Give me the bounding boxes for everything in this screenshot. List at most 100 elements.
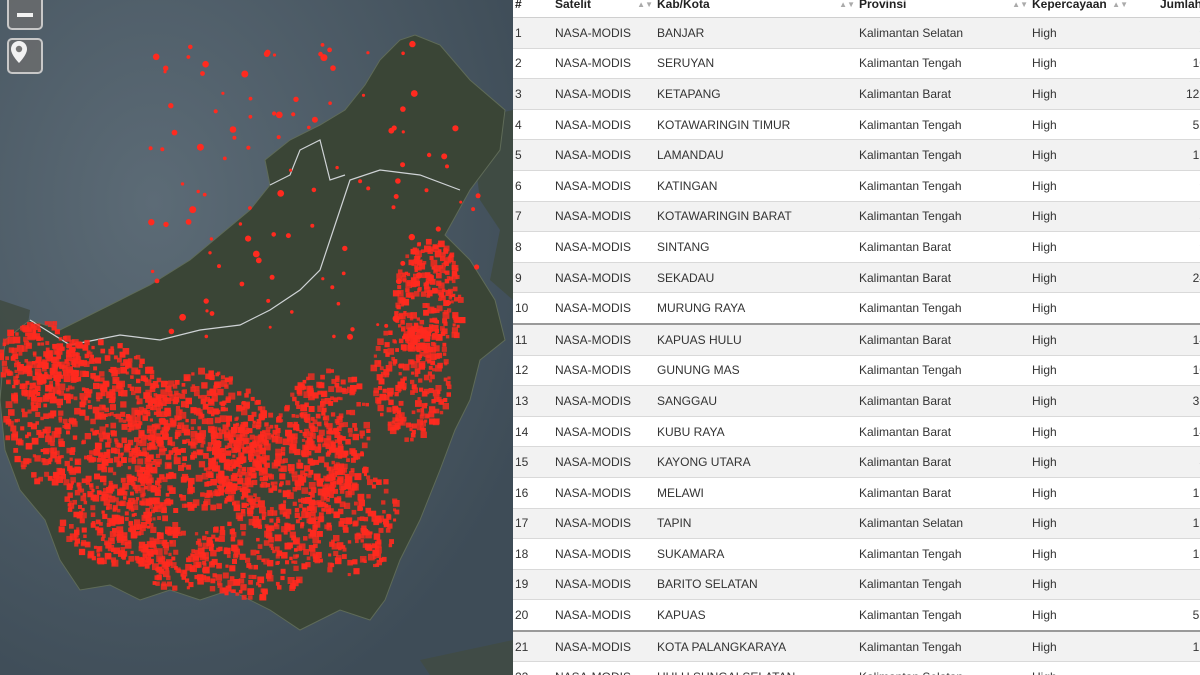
hotspot-point: [196, 564, 200, 569]
hotspot-point: [305, 562, 311, 568]
col-header-kepercayaan[interactable]: Kepercayaan ▲▼: [1032, 0, 1132, 18]
col-header-no[interactable]: #: [513, 0, 555, 18]
hotspot-point: [369, 531, 373, 535]
hotspot-point: [293, 565, 299, 571]
hotspot-point: [443, 359, 449, 365]
table-row[interactable]: 22NASA-MODISHULU SUNGAI SELATANKalimanta…: [513, 661, 1200, 675]
locate-button[interactable]: [7, 38, 43, 74]
table-row[interactable]: 15 NASA-MODIS KAYONG UTARA Kalimantan Barat…: [513, 446, 1200, 478]
hotspot-point: [143, 545, 149, 551]
hotspot-point: [84, 541, 91, 548]
hotspot-point: [166, 463, 172, 468]
cell-kabkota: MELAWI: [657, 477, 859, 509]
table-row[interactable]: 17 NASA-MODIS TAPIN Kalimantan Selatan High 1…: [513, 508, 1200, 540]
table-row[interactable]: 4 NASA-MODIS KOTAWARINGIN TIMUR Kalimantan …: [513, 109, 1200, 141]
hotspot-point: [241, 70, 249, 78]
hotspot-point: [40, 342, 45, 346]
table-row[interactable]: 7 NASA-MODIS KOTAWARINGIN BARAT Kalimantan …: [513, 201, 1200, 233]
hotspot-point: [206, 390, 213, 396]
hotspot-point: [168, 450, 174, 455]
hotspot-point: [172, 532, 178, 539]
hotspot-point: [32, 351, 37, 356]
col-header-kabkota[interactable]: Kab/Kota ▲▼: [657, 0, 859, 18]
cell-kepercayaan: High: [1032, 416, 1132, 448]
cell-kabkota: KOTAWARINGIN TIMUR: [657, 109, 859, 141]
hotspot-point: [208, 251, 212, 255]
hotspot-point: [149, 374, 155, 380]
hotspot-point: [197, 538, 202, 543]
table-row[interactable]: 6 NASA-MODIS KATINGAN Kalimantan Tengah High…: [513, 170, 1200, 202]
hotspot-point: [200, 492, 205, 497]
hotspot-point: [143, 377, 148, 382]
hotspot-point: [162, 570, 170, 578]
hotspot-point: [25, 380, 30, 385]
hotspot-point: [404, 271, 409, 275]
hotspot-point: [406, 292, 411, 297]
zoom-out-button[interactable]: [7, 0, 43, 30]
cell-jumlah: 14: [1132, 416, 1200, 448]
hotspot-point: [158, 448, 166, 456]
hotspot-point: [279, 473, 286, 480]
hotspot-point: [287, 422, 293, 428]
col-header-provinsi[interactable]: Provinsi ▲▼: [859, 0, 1032, 18]
hotspot-point: [386, 514, 392, 520]
hotspot-map[interactable]: [0, 0, 513, 675]
table-row[interactable]: 21 NASA-MODIS KOTA PALANGKARAYA Kalimantan …: [513, 630, 1200, 663]
hotspot-point: [96, 553, 101, 557]
hotspot-point: [447, 376, 451, 380]
hotspot-point: [264, 49, 271, 56]
hotspot-point: [256, 555, 262, 560]
table-row[interactable]: 1NASA-MODISBANJARKalimantan SelatanHigh9: [513, 17, 1200, 49]
map-canvas[interactable]: [0, 0, 513, 675]
table-row[interactable]: 19 NASA-MODIS BARITO SELATAN Kalimantan Ten…: [513, 569, 1200, 601]
cell-jumlah: 13: [1132, 538, 1200, 570]
table-row[interactable]: 18 NASA-MODIS SUKAMARA Kalimantan Tengah Hig…: [513, 538, 1200, 570]
table-row[interactable]: 3 NASA-MODIS KETAPANG Kalimantan Barat High 1…: [513, 78, 1200, 110]
cell-satelit: NASA-MODIS: [555, 416, 657, 448]
cell-provinsi: Kalimantan Tengah: [859, 139, 1032, 171]
hotspot-point: [246, 480, 254, 488]
col-header-jumlah[interactable]: Jumlah: [1132, 0, 1200, 18]
hotspot-point: [439, 401, 444, 405]
cell-provinsi: Kalimantan Tengah: [859, 109, 1032, 141]
hotspot-point: [120, 500, 126, 507]
hotspot-point: [144, 563, 150, 569]
table-row[interactable]: 12 NASA-MODIS GUNUNG MAS Kalimantan Tengah H…: [513, 355, 1200, 387]
cell-jumlah: 9: [1132, 170, 1200, 202]
hotspot-point: [416, 359, 420, 363]
cell-kepercayaan: High: [1032, 231, 1132, 263]
hotspot-point: [225, 564, 229, 568]
hotspot-point: [197, 574, 204, 581]
hotspot-point: [161, 433, 168, 440]
hotspot-point: [147, 525, 150, 529]
hotspot-point: [330, 65, 336, 71]
hotspot-point: [333, 512, 340, 519]
hotspot-point: [270, 546, 274, 550]
table-row[interactable]: 11 NASA-MODIS KAPUAS HULU Kalimantan Barat H…: [513, 323, 1200, 356]
cell-provinsi: Kalimantan Barat: [859, 231, 1032, 263]
col-header-satelit[interactable]: Satelit ▲▼: [555, 0, 657, 18]
hotspot-point: [135, 395, 140, 400]
hotspot-point: [398, 412, 405, 418]
hotspot-point: [203, 453, 209, 459]
table-row[interactable]: 9NASA-MODISSEKADAUKalimantan BaratHigh24: [513, 262, 1200, 294]
table-row[interactable]: 16NASA-MODISMELAWIKalimantan BaratHigh17: [513, 477, 1200, 509]
hotspot-point: [235, 592, 239, 596]
table-row[interactable]: 10 NASA-MODIS MURUNG RAYA Kalimantan Tengah…: [513, 292, 1200, 325]
table-row[interactable]: 13 NASA-MODIS SANGGAU Kalimantan Barat High 3…: [513, 385, 1200, 417]
hotspot-point: [128, 505, 134, 511]
hotspot-point: [174, 566, 178, 570]
table-row[interactable]: 2 NASA-MODIS SERUYAN Kalimantan Tengah High 1…: [513, 48, 1200, 80]
hotspot-point: [55, 383, 60, 388]
table-row[interactable]: 8NASA-MODISSINTANGKalimantan BaratHigh9: [513, 231, 1200, 263]
hotspot-point: [263, 540, 270, 546]
table-row[interactable]: 20 NASA-MODIS KAPUAS Kalimantan Tengah High 5…: [513, 599, 1200, 632]
table-row[interactable]: 5 NASA-MODIS LAMANDAU Kalimantan Tengah High…: [513, 139, 1200, 171]
hotspot-point: [427, 359, 432, 364]
hotspot-point: [307, 458, 314, 464]
hotspot-point: [131, 390, 136, 396]
hotspot-point: [160, 147, 165, 152]
hotspot-point: [224, 377, 230, 382]
hotspot-point: [180, 573, 184, 577]
table-row[interactable]: 14 NASA-MODIS KUBU RAYA Kalimantan Barat Hig…: [513, 416, 1200, 448]
